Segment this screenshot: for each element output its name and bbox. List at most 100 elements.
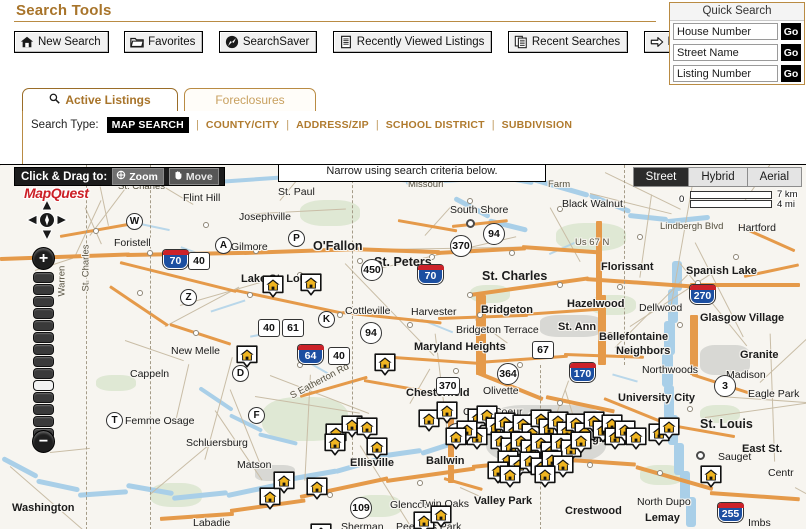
search-type-subdivision[interactable]: SUBDIVISION xyxy=(502,119,572,131)
map-interchange-node xyxy=(557,282,563,288)
map-zoom-level-3[interactable] xyxy=(33,308,54,319)
map-river xyxy=(664,385,674,419)
map-listing-pin[interactable] xyxy=(310,523,332,529)
street-name-go-button[interactable]: Go xyxy=(781,44,801,61)
map-interchange-node xyxy=(247,292,253,298)
map-listing-pin[interactable] xyxy=(324,433,346,456)
map-zoom-level-8[interactable] xyxy=(33,368,54,379)
search-type-address-zip[interactable]: ADDRESS/ZIP xyxy=(296,119,369,131)
map-view-aerial[interactable]: Aerial xyxy=(747,168,801,186)
map-zoom-slider[interactable] xyxy=(33,272,54,440)
house-number-input[interactable] xyxy=(673,23,778,40)
map-canvas[interactable]: St. Charles Missouri Flint Hill St. Paul Sou… xyxy=(0,165,806,529)
map-interstate-shield: 170 xyxy=(569,362,596,382)
map-zoom-level-2[interactable] xyxy=(33,296,54,307)
search-tools-toolbar: New Search Favorites SearchSaver Recentl… xyxy=(14,31,715,53)
app-root: Search Tools New Search Favorites Search… xyxy=(0,0,806,529)
map-scale-mi-label: 4 mi xyxy=(777,199,795,210)
map-zoom-level-11[interactable] xyxy=(33,404,54,415)
map-listing-pin[interactable] xyxy=(273,471,295,494)
map-zoom-in-button[interactable]: + xyxy=(32,247,55,270)
map-zoom-level-12[interactable] xyxy=(33,416,54,427)
map-zoom-level-10[interactable] xyxy=(33,392,54,403)
map-drag-mode-move[interactable]: Move xyxy=(168,168,219,185)
tab-active-listings[interactable]: Active Listings xyxy=(22,88,178,111)
map-listing-pin[interactable] xyxy=(499,465,521,488)
map-zoom-level-4[interactable] xyxy=(33,320,54,331)
search-type-county-city[interactable]: COUNTY/CITY xyxy=(206,119,279,131)
map-listing-pin[interactable] xyxy=(374,353,396,376)
search-type-school-district[interactable]: SCHOOL DISTRICT xyxy=(386,119,485,131)
map-us-route-shield: 370 xyxy=(436,377,460,395)
map-river xyxy=(662,353,673,387)
map-interstate-shield: 70 xyxy=(417,264,444,284)
map-zoom-level-0[interactable] xyxy=(33,272,54,283)
map-interchange-node xyxy=(657,470,663,476)
map-listing-pin[interactable] xyxy=(436,401,458,424)
arrow-right-icon xyxy=(650,35,664,49)
map-county-route-shield: Z xyxy=(180,289,197,306)
map-listing-pin[interactable] xyxy=(700,465,722,488)
map-search-view[interactable]: St. Charles Missouri Flint Hill St. Paul Sou… xyxy=(0,164,806,529)
map-listing-pin[interactable] xyxy=(366,437,388,460)
map-drag-mode-zoom[interactable]: Zoom xyxy=(112,168,164,185)
map-zoom-level-1[interactable] xyxy=(33,284,54,295)
street-name-input[interactable] xyxy=(673,44,778,61)
map-view-street[interactable]: Street xyxy=(633,168,690,186)
map-interchange-node xyxy=(417,480,423,486)
map-listing-pin[interactable] xyxy=(658,417,680,440)
map-highway xyxy=(596,221,602,301)
map-river xyxy=(686,497,696,527)
map-listing-pin[interactable] xyxy=(625,427,647,450)
quick-search-title: Quick Search xyxy=(670,3,804,21)
map-zoom-level-7[interactable] xyxy=(33,356,54,367)
quick-search-panel: Quick Search Go Go Go xyxy=(669,2,805,85)
tab-active-listings-label: Active Listings xyxy=(65,93,151,107)
map-listing-pin[interactable] xyxy=(300,273,322,296)
search-icon xyxy=(49,93,61,107)
map-interchange-node xyxy=(93,228,99,234)
map-interchange-node xyxy=(253,248,259,254)
tab-foreclosures-label: Foreclosures xyxy=(215,93,285,107)
map-interchange-node xyxy=(617,284,623,290)
map-zoom-level-6[interactable] xyxy=(33,344,54,355)
favorites-label: Favorites xyxy=(148,36,196,48)
quick-search-row-street-name: Go xyxy=(670,42,804,63)
map-listing-pin[interactable] xyxy=(306,477,328,500)
map-listing-pin[interactable] xyxy=(430,505,452,528)
map-view-hybrid[interactable]: Hybrid xyxy=(689,168,748,186)
map-county-route-shield: K xyxy=(318,311,335,328)
map-zoom-level-9[interactable] xyxy=(33,380,54,391)
new-search-button[interactable]: New Search xyxy=(14,31,109,53)
map-interchange-node xyxy=(517,362,523,368)
map-listing-pin[interactable] xyxy=(262,275,284,298)
map-scale-zero: 0 xyxy=(679,194,685,205)
map-pan-compass[interactable] xyxy=(25,198,69,242)
search-type-separator: | xyxy=(375,119,379,131)
map-listing-pin[interactable] xyxy=(236,345,258,368)
listing-number-go-button[interactable]: Go xyxy=(781,65,801,82)
tab-foreclosures[interactable]: Foreclosures xyxy=(184,88,316,111)
map-interchange-node xyxy=(429,254,435,260)
map-interchange-node xyxy=(467,292,473,298)
map-interchange-node xyxy=(193,330,199,336)
map-listing-pin[interactable] xyxy=(534,465,556,488)
search-type-map-search[interactable]: MAP SEARCH xyxy=(106,117,189,133)
map-scale-bar: 0 7 km 4 mi xyxy=(679,189,798,210)
zoom-target-icon xyxy=(116,170,126,183)
map-zoom-level-5[interactable] xyxy=(33,332,54,343)
recent-searches-button[interactable]: Recent Searches xyxy=(507,31,629,53)
listing-number-input[interactable] xyxy=(673,65,778,82)
search-saver-button[interactable]: SearchSaver xyxy=(218,31,318,53)
map-zoom-out-button[interactable]: − xyxy=(32,430,55,453)
compass-icon xyxy=(225,35,239,49)
house-number-go-button[interactable]: Go xyxy=(781,23,801,40)
map-listing-pin[interactable] xyxy=(445,427,467,450)
favorites-button[interactable]: Favorites xyxy=(124,31,204,53)
map-interstate-shield: 270 xyxy=(689,284,716,304)
recently-viewed-listings-button[interactable]: Recently Viewed Listings xyxy=(332,31,493,53)
map-state-route-shield: 109 xyxy=(350,497,372,519)
map-river xyxy=(664,321,675,355)
map-listing-pin[interactable] xyxy=(570,431,592,454)
map-interstate-shield: 64 xyxy=(297,344,324,364)
